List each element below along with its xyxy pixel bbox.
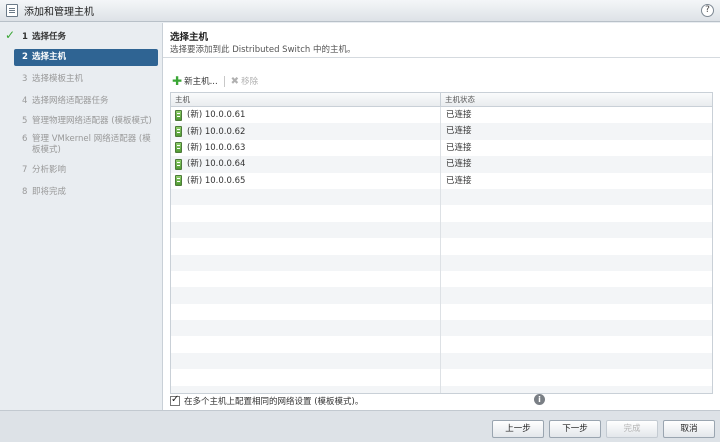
- table-body: (新) 10.0.0.61 已连接 (新) 10.0.0.62 已连接 (新) …: [171, 107, 712, 393]
- step-manage-physical-adapters: 5 管理物理网络适配器 (模板模式): [22, 116, 152, 126]
- title-bar: 添加和管理主机 ?: [0, 0, 720, 22]
- table-row[interactable]: (新) 10.0.0.62 已连接: [171, 123, 712, 140]
- wizard-icon: [6, 4, 18, 17]
- footer-bar: 上一步 下一步 完成 取消: [0, 410, 720, 442]
- step-manage-vmkernel-adapters: 6 管理 VMkernel 网络适配器 (模板模式): [22, 134, 151, 155]
- template-mode-option[interactable]: 在多个主机上配置相同的网络设置 (模板模式)。: [170, 394, 364, 407]
- new-host-button[interactable]: ✚ 新主机...: [172, 75, 218, 87]
- step-select-hosts[interactable]: 2 选择主机: [14, 49, 158, 66]
- next-button[interactable]: 下一步: [549, 420, 601, 438]
- empty-row: [171, 221, 712, 239]
- host-icon: [175, 142, 182, 154]
- empty-row: [171, 254, 712, 271]
- empty-row: [171, 270, 712, 288]
- column-host[interactable]: 主机: [171, 93, 441, 106]
- help-icon[interactable]: ?: [701, 4, 714, 17]
- hosts-table: 主机 主机状态 (新) 10.0.0.61 已连接 (新) 10.0.0.62 …: [170, 92, 713, 394]
- host-icon: [175, 109, 182, 121]
- empty-row: [171, 336, 712, 353]
- page-description: 选择要添加到此 Distributed Switch 中的主机。: [170, 45, 356, 55]
- step-analyze-impact: 7 分析影响: [22, 165, 67, 175]
- step-select-template-host: 3 选择模板主机: [22, 74, 84, 84]
- add-icon: ✚: [172, 74, 183, 88]
- empty-row: [171, 238, 712, 255]
- table-header: 主机 主机状态: [171, 93, 712, 107]
- empty-row: [171, 205, 712, 222]
- host-icon: [175, 126, 182, 138]
- table-row[interactable]: (新) 10.0.0.61 已连接: [171, 107, 712, 124]
- empty-row: [171, 385, 712, 393]
- check-icon: ✓: [5, 28, 16, 42]
- info-icon[interactable]: i: [534, 394, 545, 405]
- step-select-task[interactable]: ✓ 1 选择任务: [0, 29, 162, 46]
- step-ready-to-complete: 8 即将完成: [22, 187, 67, 197]
- divider: [163, 57, 720, 58]
- template-mode-label: 在多个主机上配置相同的网络设置 (模板模式)。: [184, 397, 364, 407]
- empty-row: [171, 188, 712, 206]
- finish-button[interactable]: 完成: [606, 420, 658, 438]
- table-row[interactable]: (新) 10.0.0.64 已连接: [171, 156, 712, 173]
- remove-icon: ✖: [230, 75, 240, 87]
- host-toolbar: ✚ 新主机... ✖ 移除: [172, 75, 258, 87]
- table-row[interactable]: (新) 10.0.0.65 已连接: [171, 172, 712, 189]
- back-button[interactable]: 上一步: [492, 420, 544, 438]
- wizard-steps: ✓ 1 选择任务 2 选择主机 3 选择模板主机 4 选择网络适配器任务 5 管…: [0, 23, 162, 410]
- window-title: 添加和管理主机: [24, 7, 94, 18]
- empty-row: [171, 369, 712, 386]
- remove-button[interactable]: ✖ 移除: [230, 75, 258, 88]
- table-row[interactable]: (新) 10.0.0.63 已连接: [171, 139, 712, 157]
- empty-row: [171, 320, 712, 337]
- empty-row: [171, 303, 712, 321]
- cancel-button[interactable]: 取消: [663, 420, 715, 438]
- host-icon: [175, 175, 182, 187]
- empty-row: [171, 352, 712, 370]
- empty-row: [171, 287, 712, 304]
- template-mode-checkbox[interactable]: [170, 394, 180, 406]
- page-title: 选择主机: [170, 32, 209, 43]
- host-icon: [175, 158, 182, 170]
- toolbar-divider: [223, 75, 225, 87]
- content-panel: 选择主机 选择要添加到此 Distributed Switch 中的主机。 ✚ …: [162, 23, 720, 410]
- column-host-status[interactable]: 主机状态: [441, 93, 475, 106]
- step-select-adapter-tasks: 4 选择网络适配器任务: [22, 96, 109, 106]
